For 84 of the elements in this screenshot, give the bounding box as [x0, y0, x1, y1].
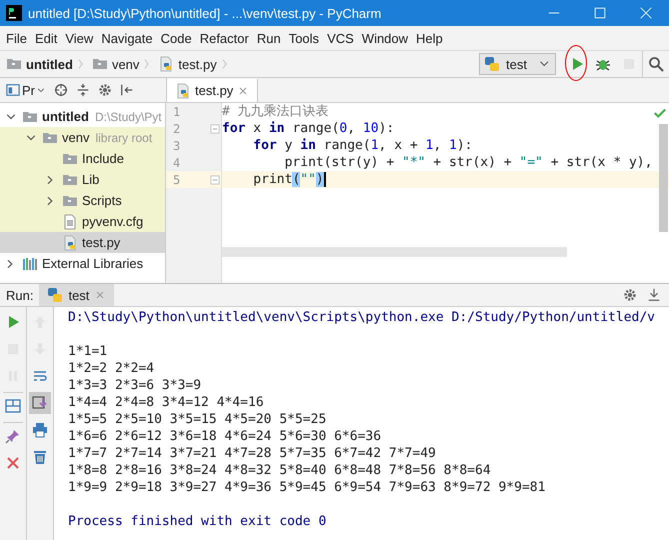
- fold-marker-icon[interactable]: [209, 174, 221, 186]
- console-line: 1*2=2 2*2=4: [68, 360, 154, 377]
- python-file-icon: [158, 56, 174, 72]
- vertical-scrollbar[interactable]: [659, 124, 668, 232]
- tree-item[interactable]: External Libraries: [0, 253, 165, 274]
- tree-item[interactable]: Scripts: [0, 190, 165, 211]
- code-line: for y in range(1, x + 1, 1):: [252, 137, 472, 154]
- trash-icon[interactable]: [32, 449, 48, 465]
- code-line: print(str(y) + "*" + str(x) + "=" + str(x * y),: [284, 154, 652, 171]
- path-hint: library root: [95, 130, 152, 144]
- python-logo-icon: [47, 287, 64, 303]
- console-line: 1*7=7 2*7=14 3*7=21 4*7=28 5*7=35 6*7=42 7*7=49: [68, 445, 436, 462]
- line-number: 3: [172, 138, 182, 152]
- pin-icon[interactable]: [5, 428, 21, 444]
- close-icon[interactable]: [5, 455, 21, 471]
- run-tab[interactable]: test: [39, 284, 114, 306]
- console-line: 1*5=5 2*5=10 3*5=15 4*5=20 5*5=25: [68, 411, 326, 428]
- menu-item[interactable]: Refactor: [196, 30, 253, 46]
- line-number: 4: [172, 156, 182, 170]
- console-message: Process finished with exit code 0: [68, 513, 326, 530]
- menu-item[interactable]: File: [2, 30, 31, 46]
- close-icon[interactable]: [639, 6, 653, 20]
- caret-icon: [37, 86, 46, 94]
- text-file-icon: [62, 214, 78, 230]
- menu-item[interactable]: Edit: [30, 30, 62, 46]
- menu-item[interactable]: VCS: [323, 30, 358, 46]
- scroll-to-end-icon[interactable]: [32, 395, 48, 411]
- line-number: 2: [172, 122, 182, 136]
- console-line: 1*1=1: [68, 343, 108, 360]
- path-hint: D:\Study\Pyt: [94, 110, 162, 124]
- menu-item[interactable]: Run: [252, 30, 285, 46]
- menu-item[interactable]: Window: [358, 30, 412, 46]
- tree-item[interactable]: venv library root: [0, 127, 165, 148]
- run-configuration-dropdown[interactable]: test: [479, 53, 556, 75]
- folder-icon: [92, 56, 108, 72]
- app-logo-icon: [6, 5, 22, 21]
- console-line: 1*9=9 2*9=18 3*9=27 4*9=36 5*9=45 6*9=54 7*9=63 8*9=72 9*9=81: [68, 479, 546, 496]
- python-file-icon: [175, 82, 191, 98]
- code-line: for x in range(0, 10):: [222, 120, 394, 137]
- menu-item[interactable]: Navigate: [97, 30, 157, 46]
- panel-title: Run:: [5, 288, 34, 302]
- editor-tab[interactable]: test.py: [167, 79, 258, 102]
- tree-item[interactable]: test.py: [0, 232, 165, 253]
- libraries-icon: [22, 256, 38, 272]
- check-icon: [653, 106, 667, 120]
- text-cursor: [324, 172, 326, 187]
- window-title: untitled [D:\Study\Python\untitled] - ...\venv\test.py - PyCharm: [28, 6, 382, 20]
- python-logo-icon: [484, 56, 500, 72]
- console-line: 1*6=6 2*6=12 3*6=18 4*6=24 5*6=30 6*6=36: [68, 428, 382, 445]
- crosshair-icon[interactable]: [54, 83, 68, 97]
- line-number: 1: [172, 104, 182, 118]
- tree-item[interactable]: untitled D:\Study\Pyt: [0, 106, 165, 127]
- gear-icon[interactable]: [98, 83, 112, 97]
- menu-item[interactable]: Help: [412, 30, 447, 46]
- layout-icon[interactable]: [5, 398, 21, 414]
- console-line: 1*3=3 2*3=6 3*3=9: [68, 377, 202, 394]
- tree-item[interactable]: pyvenv.cfg: [0, 211, 165, 232]
- tree-item[interactable]: Include: [0, 148, 165, 169]
- console-line: 1*8=8 2*8=16 3*8=24 4*8=32 5*8=40 6*8=48 7*8=56 8*8=64: [68, 462, 491, 479]
- horizontal-scrollbar[interactable]: [222, 247, 567, 257]
- gear-icon[interactable]: [623, 288, 637, 302]
- breadcrumb-item[interactable]: venv: [112, 56, 140, 72]
- python-file-icon: [62, 234, 78, 250]
- search-icon[interactable]: [648, 56, 664, 72]
- code-line: # 九九乘法口诀表: [222, 103, 329, 120]
- console-line: 1*4=4 2*4=8 3*4=12 4*4=16: [68, 394, 264, 411]
- breadcrumb-item[interactable]: untitled: [26, 56, 73, 72]
- maximize-icon[interactable]: [593, 6, 607, 20]
- console-message: D:\Study\Python\untitled\venv\Scripts\python.exe D:/Study/Python/untitled/v: [68, 309, 655, 326]
- view-selector[interactable]: Pr: [6, 82, 46, 98]
- panel-icon: [6, 83, 20, 97]
- tree-item[interactable]: Lib: [0, 169, 165, 190]
- printer-icon[interactable]: [32, 422, 48, 438]
- fold-marker-icon[interactable]: [209, 122, 221, 134]
- folder-icon: [6, 56, 22, 72]
- menu-item[interactable]: Code: [156, 30, 196, 46]
- collapse-icon[interactable]: [76, 83, 90, 97]
- close-icon[interactable]: [237, 84, 250, 96]
- line-number: 5: [172, 172, 182, 186]
- download-icon[interactable]: [647, 288, 661, 302]
- menu-item[interactable]: View: [61, 30, 98, 46]
- breadcrumb-item[interactable]: test.py: [178, 56, 217, 72]
- hide-icon[interactable]: [120, 83, 134, 97]
- menu-item[interactable]: Tools: [284, 30, 324, 46]
